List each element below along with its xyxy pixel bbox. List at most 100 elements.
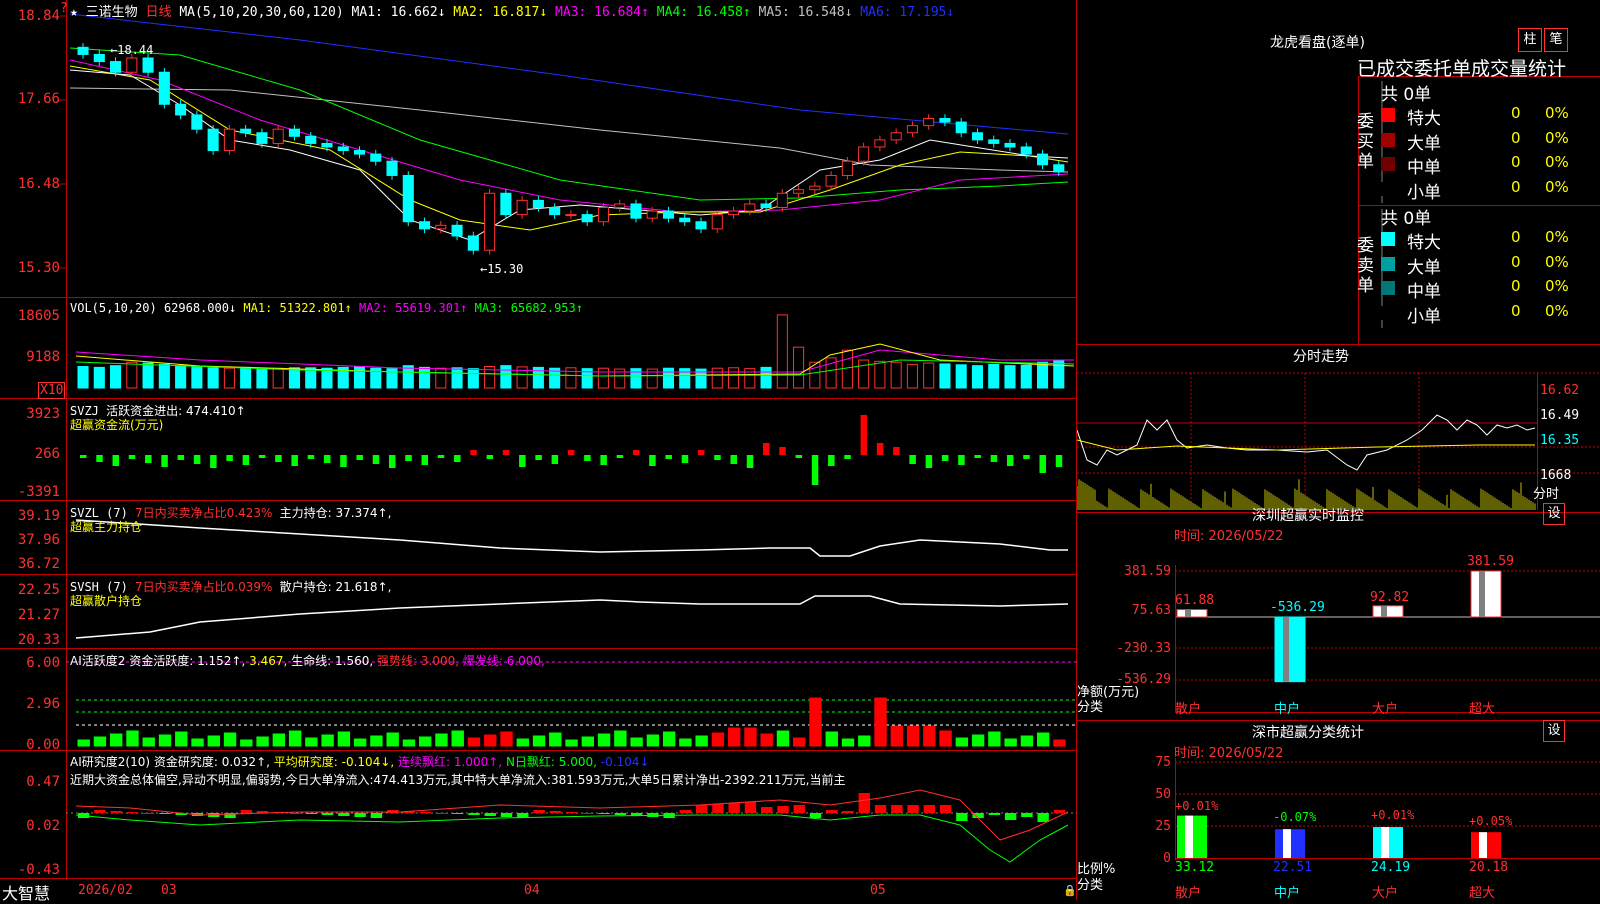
candle-body xyxy=(988,139,1000,144)
fund-flow-bar xyxy=(893,447,900,455)
app-logo[interactable]: 大智慧 xyxy=(2,880,50,904)
research-bar xyxy=(468,813,480,815)
fund-flow-bar xyxy=(177,455,185,460)
sell-order-pct: 0% xyxy=(1545,277,1569,295)
fund-flow-bar xyxy=(584,455,591,461)
activity-bar xyxy=(93,736,107,747)
activity-bar xyxy=(500,731,513,747)
volume-bar xyxy=(1036,361,1049,389)
volume-bar xyxy=(419,366,431,389)
candle-body xyxy=(858,146,870,162)
volume-bar xyxy=(988,363,1000,389)
classify-value-large: 24.19 xyxy=(1371,860,1411,875)
fund-flow-bar xyxy=(697,450,705,455)
favorite-star-icon[interactable]: ★ xyxy=(70,5,78,20)
activity-bar xyxy=(77,739,90,747)
fund-flow-bar xyxy=(665,455,672,459)
research-bar xyxy=(956,813,968,821)
fund-flow-bar xyxy=(128,455,136,459)
intraday-tab[interactable]: 分时 xyxy=(1533,483,1559,502)
monitor-settings-button[interactable]: 设 xyxy=(1543,503,1565,525)
buy-order-qty: 0 xyxy=(1511,177,1521,196)
monitor-cat-large: 大户 xyxy=(1372,702,1399,717)
price-axis-4: 15.30 xyxy=(17,260,60,276)
research-bar xyxy=(370,813,383,818)
activity-bar xyxy=(272,733,286,747)
high-price-marker: ←18.44 xyxy=(110,43,154,57)
fund-flow-bar xyxy=(681,455,689,463)
vol-axis-1: 18605 xyxy=(17,308,60,324)
ratio-bar-highlight xyxy=(1185,815,1193,858)
ma5-line xyxy=(69,87,1069,173)
research-axis-2: 0.02 xyxy=(26,818,60,834)
classify-settings-button[interactable]: 设 xyxy=(1543,720,1565,742)
candle-body xyxy=(939,118,951,123)
activity-bar xyxy=(451,730,464,747)
research-bar xyxy=(923,805,936,813)
fund-flow-bar xyxy=(96,455,103,462)
research-bar xyxy=(1037,813,1049,822)
research-bar xyxy=(777,806,789,813)
activity-bar xyxy=(581,736,595,747)
lock-icon[interactable]: 🔒 xyxy=(1063,884,1077,897)
activity-bar xyxy=(435,733,448,747)
classify-axis-4: 0 xyxy=(1163,851,1171,866)
candle-body xyxy=(695,221,707,230)
activity-bar xyxy=(256,736,269,747)
period-label[interactable]: 日线 xyxy=(146,5,172,20)
sell-order-name: 特大 xyxy=(1407,233,1441,253)
fund-flow-bar xyxy=(307,455,315,459)
research-bar xyxy=(874,805,887,813)
bar-view-button[interactable]: 柱 xyxy=(1518,28,1542,52)
tick-view-button[interactable]: 笔 xyxy=(1544,28,1568,52)
classify-time: 时间: 2026/05/22 xyxy=(1174,746,1284,761)
vol-ma-value-1: MA1: 51322.801↑ xyxy=(243,301,352,315)
monitor-value-large: 92.82 xyxy=(1370,590,1410,605)
fund-flow-bar xyxy=(714,455,721,460)
research-bar xyxy=(240,810,253,813)
buy-order-qty: 0 xyxy=(1511,153,1521,171)
fund-flow-bar xyxy=(112,455,120,466)
main-chart-area[interactable]: ? ★ 三诺生物 日线 MA(5,10,20,30,60,120) MA1: 1… xyxy=(0,0,1077,903)
fund-flow-bar xyxy=(632,450,640,455)
candle-body xyxy=(906,125,918,134)
ai2-axis-2: 2.96 xyxy=(26,696,60,712)
vol-ma-values: MA1: 51322.801↑ MA2: 55619.301↑ MA3: 656… xyxy=(243,301,583,315)
buy-order-color-swatch xyxy=(1381,132,1395,147)
activity-bar xyxy=(305,737,318,747)
sell-order-qty: 0 xyxy=(1511,228,1521,246)
intraday-axis-2: 16.49 xyxy=(1540,408,1580,423)
research-ndays: N日飘红: 5.000, xyxy=(505,755,597,769)
ai2-lifeline: 生命线: 1.560, xyxy=(291,654,374,668)
net-amount-bar xyxy=(1176,609,1208,618)
volume-bar xyxy=(1020,364,1032,389)
classify-cat-super: 超大 xyxy=(1469,886,1496,901)
fund-flow-bar xyxy=(486,455,494,459)
date-axis-apr: 04 xyxy=(524,883,540,898)
activity-bar xyxy=(890,725,903,747)
research-bar xyxy=(826,810,838,813)
research-bar xyxy=(305,813,318,814)
volume-bar xyxy=(597,367,609,389)
candle-body xyxy=(305,135,317,144)
ai2-label: AI活跃度2 xyxy=(70,654,126,668)
classify-cat-retail: 散户 xyxy=(1175,886,1202,901)
activity-bar xyxy=(614,730,627,747)
research-average: 平均研究度: -0.104↓, xyxy=(273,755,395,769)
fund-flow-bar xyxy=(470,450,477,455)
activity-bar xyxy=(321,734,334,747)
lhb-title: 龙虎看盘(逐单) xyxy=(1270,35,1365,51)
sell-order-row: 特大 0 0% xyxy=(1381,228,1600,253)
fund-flow-bar xyxy=(145,455,152,463)
candle-body xyxy=(516,199,528,216)
sell-order-row: 中单 0 0% xyxy=(1381,277,1600,302)
ai2-burst-line: 爆发线: 6.000, xyxy=(462,654,545,668)
research-label: AI研究度2(10) xyxy=(70,755,151,769)
volume-bar xyxy=(890,361,902,389)
sell-order-qty: 0 xyxy=(1511,252,1521,271)
research-bar xyxy=(858,793,870,813)
activity-bar xyxy=(711,732,725,747)
price-axis-2: 17.66 xyxy=(17,91,60,107)
buy-order-pct: 0% xyxy=(1545,177,1569,196)
ratio-bar-highlight xyxy=(1381,827,1389,858)
